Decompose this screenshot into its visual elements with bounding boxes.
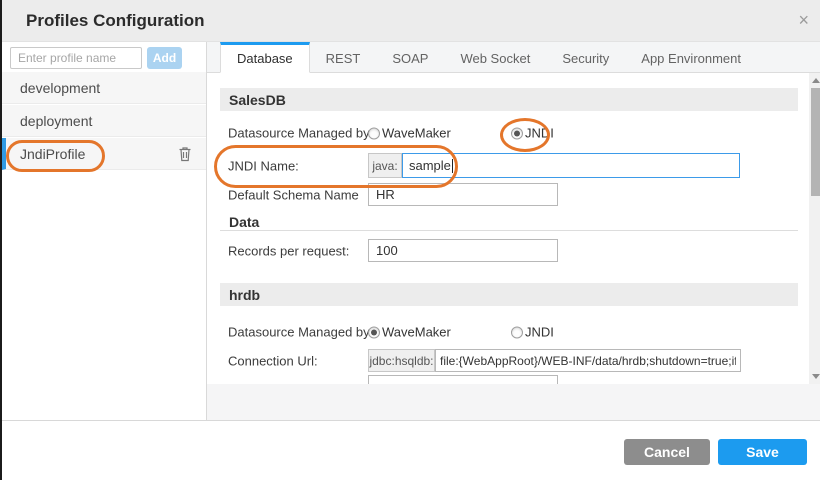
scroll-down-icon[interactable] xyxy=(812,374,820,379)
profile-item-jndiprofile[interactable]: JndiProfile xyxy=(2,138,206,170)
add-profile-button[interactable]: Add xyxy=(147,47,182,69)
add-profile-row: Add xyxy=(2,42,206,72)
dialog-footer: Cancel Save xyxy=(2,420,820,480)
section-header-hrdb: hrdb xyxy=(220,283,798,306)
hrdb-jndi-radio[interactable]: JNDI xyxy=(511,325,554,340)
tab-security[interactable]: Security xyxy=(546,42,625,72)
connection-url-input[interactable] xyxy=(435,349,741,372)
jndi-name-label: JNDI Name: xyxy=(228,158,299,173)
connection-url-label: Connection Url: xyxy=(228,353,318,368)
section-header-salesdb: SalesDB xyxy=(220,88,798,111)
hrdb-datasource-row: Datasource Managed by: WaveMaker JNDI xyxy=(220,317,798,347)
tab-soap[interactable]: SOAP xyxy=(376,42,444,72)
profile-item-development[interactable]: development xyxy=(2,72,206,104)
database-tab-panel: SalesDB Datasource Managed by: WaveMaker… xyxy=(207,73,820,384)
profile-item-label: deployment xyxy=(20,113,92,129)
delete-profile-icon[interactable] xyxy=(178,146,192,162)
tab-database[interactable]: Database xyxy=(220,42,310,73)
text-cursor xyxy=(452,159,453,173)
datasource-managed-by-label: Datasource Managed by: xyxy=(228,126,373,141)
tab-app-environment[interactable]: App Environment xyxy=(625,42,757,72)
vertical-scrollbar[interactable] xyxy=(809,73,820,384)
scrollbar-thumb[interactable] xyxy=(811,88,820,196)
radio-circle-icon xyxy=(368,326,380,338)
page-title: Profiles Configuration xyxy=(26,11,205,31)
default-schema-input[interactable] xyxy=(368,183,558,206)
config-tabbar: Database REST SOAP Web Socket Security A… xyxy=(207,42,820,73)
clipped-input[interactable] xyxy=(368,375,558,384)
clipped-next-row xyxy=(220,375,798,384)
records-per-request-row: Records per request: xyxy=(220,239,798,262)
cancel-button[interactable]: Cancel xyxy=(624,439,710,465)
tab-web-socket[interactable]: Web Socket xyxy=(444,42,546,72)
default-schema-label: Default Schema Name xyxy=(228,187,359,202)
save-button[interactable]: Save xyxy=(718,439,807,465)
profiles-list: development deployment JndiProfile xyxy=(2,72,206,171)
profile-item-label: development xyxy=(20,80,100,96)
profile-item-label: JndiProfile xyxy=(20,146,85,162)
jndi-name-row: JNDI Name: java: sample xyxy=(220,153,798,178)
salesdb-jndi-radio[interactable]: JNDI xyxy=(511,126,554,141)
default-schema-row: Default Schema Name xyxy=(220,183,798,206)
connection-prefix-box: jdbc:hsqldb: xyxy=(368,349,435,372)
profiles-configuration-dialog: Profiles Configuration × Add development… xyxy=(0,0,820,480)
scroll-up-icon[interactable] xyxy=(812,78,820,83)
tab-rest[interactable]: REST xyxy=(310,42,377,72)
profile-name-input[interactable] xyxy=(10,47,142,69)
hrdb-wavemaker-radio[interactable]: WaveMaker xyxy=(368,325,451,340)
jndi-prefix-box: java: xyxy=(368,153,402,178)
records-per-request-label: Records per request: xyxy=(228,243,349,258)
salesdb-wavemaker-radio[interactable]: WaveMaker xyxy=(368,126,451,141)
data-section-header: Data xyxy=(220,214,798,231)
profiles-sidebar: Add development deployment JndiProfile xyxy=(2,42,207,420)
panel-bottom-spacer xyxy=(207,384,820,420)
datasource-managed-by-label: Datasource Managed by: xyxy=(228,325,373,340)
profile-item-deployment[interactable]: deployment xyxy=(2,105,206,137)
jndi-name-input[interactable]: sample xyxy=(402,153,740,178)
salesdb-datasource-row: Datasource Managed by: WaveMaker JNDI xyxy=(220,118,798,148)
radio-circle-icon xyxy=(511,127,523,139)
radio-circle-icon xyxy=(511,326,523,338)
records-per-request-input[interactable] xyxy=(368,239,558,262)
close-icon[interactable]: × xyxy=(798,9,809,31)
dialog-header: Profiles Configuration × xyxy=(2,0,820,42)
connection-url-row: Connection Url: jdbc:hsqldb: xyxy=(220,349,798,372)
radio-circle-icon xyxy=(368,127,380,139)
